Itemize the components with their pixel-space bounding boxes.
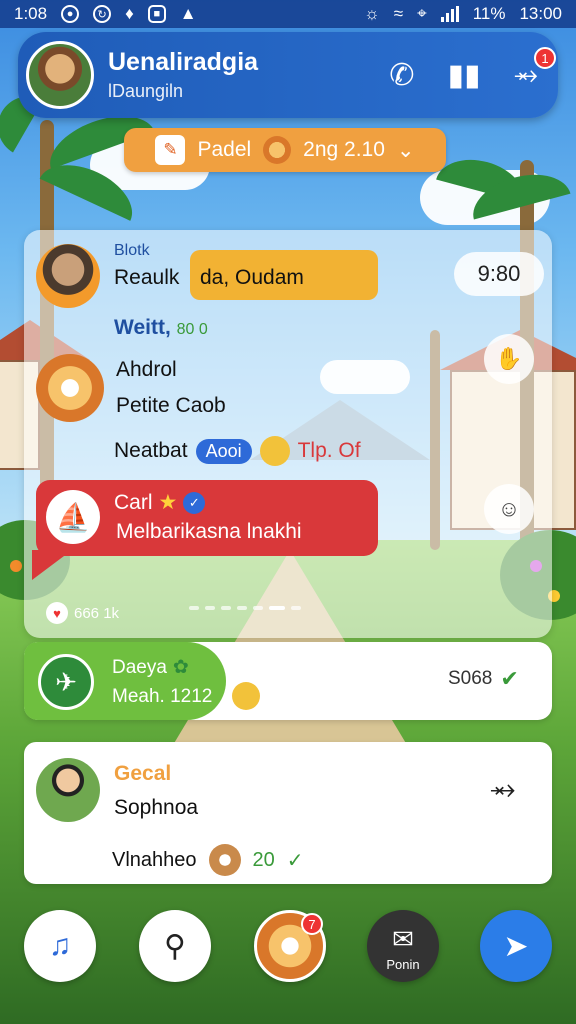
message-line-text: Neatbat <box>114 439 188 462</box>
star-icon: ★ <box>158 491 178 514</box>
time-chip[interactable]: 9:80 <box>454 252 544 296</box>
green-right-value: S068 <box>448 668 493 689</box>
profile-nav-button[interactable]: ✉ Ponin <box>367 910 439 982</box>
chat-panel: Blotk Reaulk da, Oudam 9:80 Weitt, 80 0 … <box>24 230 552 638</box>
dog-icon <box>232 682 260 710</box>
wifi-icon: ≈ <box>393 4 404 23</box>
contact-card-bottom: Vlnahheo 20 ✓ <box>112 844 304 876</box>
paw-icon: ✿ <box>172 657 189 678</box>
reaction-count: 666 1k <box>74 604 120 622</box>
message-line: Ahdrol <box>116 358 177 381</box>
contact-card-bottom-text: Vlnahheo <box>112 848 197 871</box>
green-card-right: S068 ✔ <box>448 666 519 692</box>
user-icon: ☺ <box>497 496 521 521</box>
contact-avatar[interactable] <box>26 41 94 109</box>
status-bar: 1:08 ● ↻ ♦ ■ ▲ ☼ ≈ ⌖ 11% 13:00 <box>0 0 576 28</box>
chat-check-icon: ✔ <box>500 666 519 691</box>
contact-card-title: Gecal <box>114 762 172 785</box>
phone-icon: ✆ <box>389 58 415 92</box>
share-button[interactable]: ⥇ 1 <box>502 47 556 99</box>
like-button[interactable]: ✋ <box>484 334 534 384</box>
red-bubble-text: Melbarikasna lnakhi <box>116 520 302 543</box>
chat-icon: ✉ <box>392 923 414 954</box>
message-line: Weitt, 80 0 <box>114 316 208 340</box>
share-icon: ⥇ <box>490 770 516 806</box>
signal-icon <box>440 6 459 22</box>
sail-icon: ⛵ <box>46 490 100 544</box>
share-button[interactable]: ⥇ <box>490 770 516 808</box>
bell-icon: ▲ <box>179 4 197 23</box>
status-bar-right: ☼ ≈ ⌖ 11% 13:00 <box>364 4 562 24</box>
message-line: Neatbat Aooi Tlp. Of <box>114 436 361 466</box>
profile-button[interactable]: ☺ <box>484 484 534 534</box>
reaction-footer: ♥ 666 1k <box>46 602 119 624</box>
message-line-extra: Tlp. Of <box>297 439 361 462</box>
music-note-icon: ♫ <box>48 929 72 962</box>
book-button[interactable]: ▮▮ <box>440 51 488 99</box>
notification-icon: ● <box>61 5 80 23</box>
message-line: Petite Caob <box>116 394 226 417</box>
pill-value: 2ng 2.10 <box>303 138 385 161</box>
time-chip-text: 9:80 <box>477 261 521 286</box>
search-button[interactable]: ⚲ <box>139 910 211 982</box>
check-icon: ✓ <box>286 849 304 872</box>
edit-icon: ✎ <box>155 135 186 165</box>
status-bar-left: 1:08 ● ↻ ♦ ■ ▲ <box>14 4 197 24</box>
status-time-left: 1:08 <box>14 4 48 23</box>
search-icon: ⚲ <box>164 929 186 963</box>
tiger-icon <box>263 136 292 164</box>
page-indicator <box>189 606 301 610</box>
tiger-avatar[interactable] <box>36 354 104 422</box>
green-card-subtitle: Meah. 1212 <box>112 686 213 707</box>
red-bubble-title: Carl ★ ✓ <box>114 490 206 515</box>
thumbs-up-icon: ✋ <box>495 346 523 371</box>
dog-icon <box>259 436 290 466</box>
chevron-down-icon: ⌄ <box>396 138 415 162</box>
tiger-badge: 7 <box>301 913 323 935</box>
music-button[interactable]: ♫ <box>24 910 96 982</box>
header-text[interactable]: Uenaliradgia lDaungiln <box>108 48 364 102</box>
profile-nav-label: Ponin <box>386 957 420 972</box>
contact-card-bottom-value: 20 <box>252 848 275 871</box>
contact-name: Uenaliradgia <box>108 48 259 76</box>
chat-header: Uenaliradgia lDaungiln ✆ ▮▮ ⥇ 1 <box>18 32 558 118</box>
pet-icon: ♦ <box>125 4 134 23</box>
red-bubble-tail <box>32 550 72 580</box>
sender-avatar[interactable] <box>36 244 100 308</box>
green-title-text: Daeya <box>112 656 167 678</box>
message-line: Reaulk <box>114 266 180 289</box>
notification-badge: 1 <box>534 47 556 69</box>
contact-card[interactable]: Gecal Sophnoa Vlnahheo 20 ✓ ⥇ <box>24 742 552 884</box>
battery-percent: 11% <box>472 4 506 23</box>
plane-icon: ✈ <box>38 654 94 710</box>
red-title-text: Carl <box>114 490 153 514</box>
status-time-right: 13:00 <box>519 4 562 23</box>
call-button[interactable]: ✆ <box>378 51 426 99</box>
sync-icon: ↻ <box>93 5 112 23</box>
contact-card-name: Sophnoa <box>114 796 199 819</box>
message-icon: ■ <box>147 5 166 23</box>
green-card-title: Daeya ✿ <box>112 656 189 679</box>
send-fab[interactable]: ➤ <box>480 910 552 982</box>
contact-card-avatar[interactable] <box>36 758 100 822</box>
green-message-card[interactable]: ✈ Daeya ✿ Meah. 1212 S068 ✔ <box>24 642 552 720</box>
verified-icon: ✓ <box>183 491 206 514</box>
pill-label: Padel <box>197 138 252 161</box>
message-line-rest: 80 0 <box>176 321 208 338</box>
dog-icon <box>208 844 241 876</box>
tag-chip[interactable]: Aooi <box>195 438 252 464</box>
heart-icon[interactable]: ♥ <box>46 602 68 624</box>
message-line-bold: Weitt, <box>114 316 171 339</box>
send-icon: ➤ <box>503 929 529 963</box>
tiger-button[interactable]: 7 <box>254 910 326 982</box>
alarm-icon: ☼ <box>364 4 380 23</box>
sender-name: Blotk <box>114 242 150 259</box>
flower <box>10 560 22 572</box>
orange-bubble-text: da, Oudam <box>200 266 304 289</box>
vibrate-icon: ⌖ <box>417 4 427 23</box>
pinned-pill[interactable]: ✎ Padel 2ng 2.10 ⌄ <box>124 128 446 172</box>
contact-status: lDaungiln <box>108 81 184 101</box>
book-icon: ▮▮ <box>447 58 481 92</box>
